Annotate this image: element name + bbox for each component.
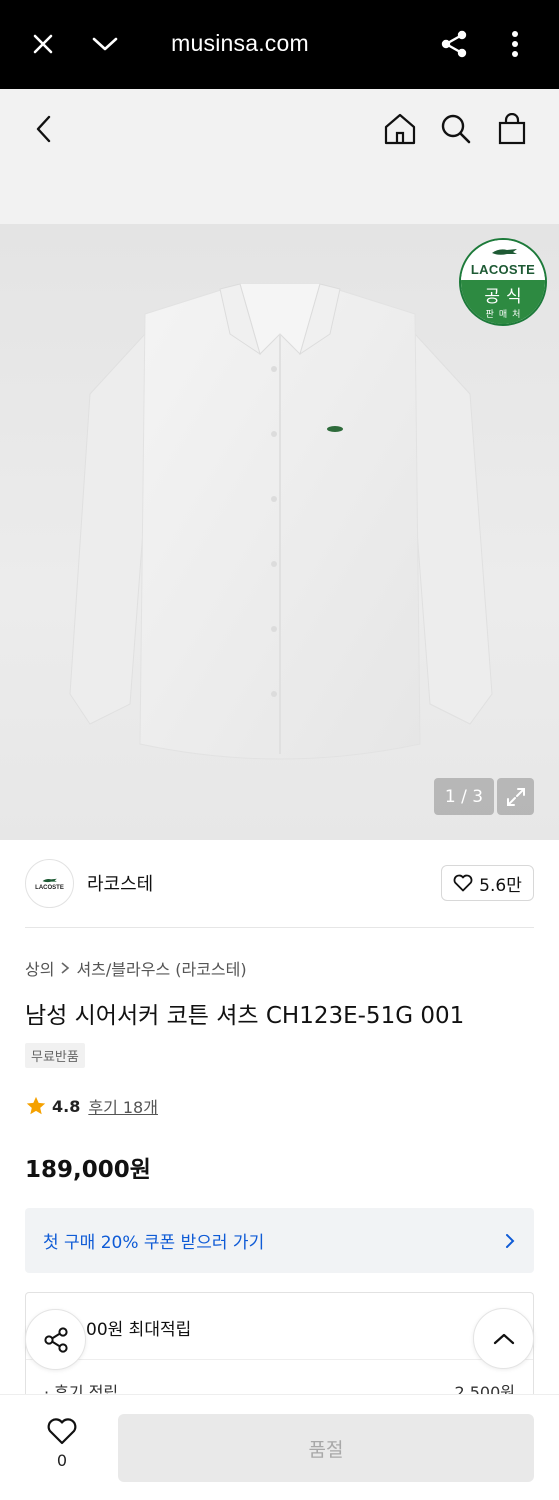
app-header xyxy=(0,89,559,224)
breadcrumb-item[interactable]: 상의 xyxy=(25,956,54,980)
share-icon[interactable] xyxy=(437,27,471,61)
badge-brand: LACOSTE xyxy=(470,262,536,277)
reviews-link[interactable]: 후기 18개 xyxy=(88,1094,158,1118)
home-icon[interactable] xyxy=(382,111,418,147)
wishlist-count: 0 xyxy=(56,1451,68,1470)
badge-seller: 판매처 xyxy=(485,310,526,320)
coupon-banner[interactable]: 첫 구매 20% 쿠폰 받으러 가기 xyxy=(25,1208,534,1273)
brand-logo-text: LACOSTE xyxy=(35,884,64,891)
divider xyxy=(25,927,534,928)
scroll-top-button[interactable] xyxy=(473,1308,534,1369)
rating: 4.8 후기 18개 xyxy=(25,1094,158,1118)
product-image xyxy=(69,283,493,760)
breadcrumb: 상의 셔츠/블라우스 (라코스테) xyxy=(25,956,247,980)
brand-like-count: 5.6만 xyxy=(479,875,522,896)
official-seller-badge: LACOSTE 공식 판매처 xyxy=(459,238,547,326)
chevron-right-icon xyxy=(61,962,70,974)
brand-like-button[interactable]: 5.6만 xyxy=(441,865,534,901)
browser-toolbar: musinsa.com xyxy=(0,0,559,89)
coupon-text: 첫 구매 20% 쿠폰 받으러 가기 xyxy=(43,1233,265,1253)
url-text[interactable]: musinsa.com xyxy=(0,30,480,57)
sold-out-button[interactable]: 품절 xyxy=(118,1414,534,1482)
breadcrumb-item[interactable]: 셔츠/블라우스 (라코스테) xyxy=(76,956,246,980)
divider xyxy=(26,1359,533,1360)
share-button[interactable] xyxy=(25,1309,86,1370)
brand-logo[interactable]: LACOSTE xyxy=(25,859,74,908)
brand-row: LACOSTE 라코스테 5.6만 xyxy=(0,840,559,928)
shopping-bag-icon[interactable] xyxy=(494,111,530,147)
brand-name[interactable]: 라코스테 xyxy=(87,870,153,896)
more-vertical-icon[interactable] xyxy=(498,27,532,61)
crocodile-icon xyxy=(42,878,57,882)
rating-score: 4.8 xyxy=(52,1096,81,1116)
product-image-gallery[interactable]: LACOSTE 공식 판매처 1 / 3 xyxy=(0,224,559,840)
heart-icon xyxy=(47,1418,77,1445)
star-icon xyxy=(26,1096,46,1115)
heart-icon xyxy=(453,874,473,892)
share-icon xyxy=(43,1326,68,1353)
free-return-tag: 무료반품 xyxy=(25,1043,85,1068)
image-counter: 1 / 3 xyxy=(434,778,494,815)
product-title: 남성 시어서커 코튼 셔츠 CH123E-51G 001 xyxy=(25,1003,465,1029)
points-box: 00원 최대적립 · 후기 적립 2,500원 xyxy=(25,1292,534,1402)
price: 189,000원 xyxy=(25,1157,151,1183)
search-icon[interactable] xyxy=(438,111,474,147)
chevron-up-icon xyxy=(493,1333,514,1344)
wishlist-button[interactable]: 0 xyxy=(36,1417,88,1470)
badge-official: 공식 xyxy=(484,287,528,307)
expand-button[interactable] xyxy=(497,778,534,815)
crocodile-icon xyxy=(492,249,517,255)
expand-icon xyxy=(506,787,525,806)
bottom-action-bar: 0 품절 xyxy=(0,1394,559,1500)
points-head: 00원 최대적립 xyxy=(86,1320,192,1340)
chevron-right-icon xyxy=(506,1233,515,1248)
back-arrow-icon[interactable] xyxy=(26,111,62,147)
